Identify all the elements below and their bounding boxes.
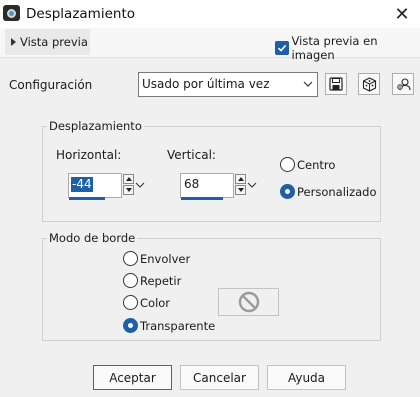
preview-in-image-checkbox[interactable]: Vista previa en imagen — [275, 34, 420, 62]
radio-button-selected-icon — [280, 184, 295, 199]
edge-color-swatch[interactable] — [218, 288, 279, 316]
radio-button-icon — [123, 251, 138, 266]
radio-repetir-label: Repetir — [140, 273, 182, 288]
ok-button[interactable]: Aceptar — [93, 365, 172, 390]
horizontal-dropdown-icon[interactable] — [135, 180, 145, 190]
preview-in-image-label: Vista previa en imagen — [291, 34, 378, 62]
horizontal-input[interactable]: -44 — [68, 173, 122, 200]
no-symbol-icon — [238, 291, 259, 313]
radio-repetir[interactable]: Repetir — [123, 273, 181, 288]
radio-envolver[interactable]: Envolver — [123, 251, 190, 266]
checkmark-icon — [275, 41, 289, 55]
horizontal-label: Horizontal: — [56, 148, 122, 162]
save-icon — [329, 77, 343, 91]
radio-color[interactable]: Color — [123, 295, 170, 310]
radio-personalizado[interactable]: Personalizado — [280, 184, 377, 199]
input-underline — [69, 197, 105, 200]
vertical-input[interactable]: 68 — [180, 173, 234, 200]
radio-transparente[interactable]: Transparente — [123, 318, 215, 333]
vertical-dropdown-icon[interactable] — [247, 180, 257, 190]
user-settings-icon — [396, 77, 411, 90]
radio-centro[interactable]: Centro — [280, 157, 335, 172]
radio-button-icon — [280, 157, 295, 172]
radio-centro-label: Centro — [297, 157, 336, 172]
vertical-stepper[interactable] — [235, 174, 246, 195]
radio-color-label: Color — [140, 295, 171, 310]
chevron-down-icon — [303, 81, 313, 87]
edge-mode-group-title: Modo de borde — [47, 231, 138, 245]
close-button[interactable]: ✕ — [388, 2, 416, 26]
title-bar: Desplazamiento ✕ — [0, 0, 420, 28]
config-preset-select[interactable]: Usado por última vez — [138, 72, 318, 97]
config-preset-value: Usado por última vez — [142, 77, 270, 91]
stepper-down-icon[interactable] — [235, 185, 246, 195]
radio-transparente-label: Transparente — [140, 318, 216, 333]
radio-button-icon — [123, 295, 138, 310]
preview-bar: Vista previa Vista previa en imagen — [0, 28, 420, 62]
stepper-down-icon[interactable] — [123, 185, 134, 195]
manage-presets-button[interactable] — [392, 73, 414, 95]
input-underline — [181, 197, 223, 200]
cancel-button[interactable]: Cancelar — [180, 365, 259, 390]
radio-button-icon — [123, 273, 138, 288]
app-camera-icon — [3, 5, 20, 21]
vertical-label: Vertical: — [167, 148, 216, 162]
expand-arrow-icon — [11, 38, 16, 46]
radio-button-selected-icon — [123, 318, 138, 333]
stepper-up-icon[interactable] — [123, 174, 134, 184]
preview-toggle-label: Vista previa — [20, 35, 88, 49]
save-preset-button[interactable] — [325, 73, 347, 95]
preview-toggle-button[interactable]: Vista previa — [5, 29, 90, 55]
offset-group-title: Desplazamiento — [47, 119, 144, 133]
window-title: Desplazamiento — [26, 6, 136, 22]
randomize-button[interactable] — [358, 73, 380, 95]
radio-personalizado-label: Personalizado — [297, 184, 377, 199]
horizontal-stepper[interactable] — [123, 174, 134, 195]
dice-icon — [362, 76, 376, 92]
horizontal-value: -44 — [71, 177, 93, 192]
config-label: Configuración — [9, 78, 93, 92]
radio-envolver-label: Envolver — [140, 251, 191, 266]
help-button[interactable]: Ayuda — [267, 365, 346, 390]
stepper-up-icon[interactable] — [235, 174, 246, 184]
vertical-value: 68 — [184, 177, 200, 191]
